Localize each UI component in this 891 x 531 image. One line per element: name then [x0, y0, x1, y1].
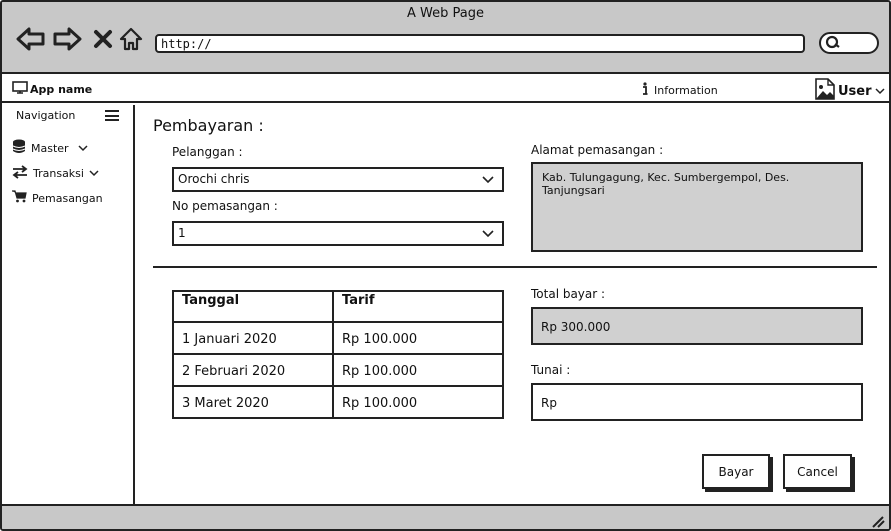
url-input[interactable]: http://	[155, 34, 805, 53]
pelanggan-label: Pelanggan :	[172, 145, 243, 159]
back-arrow-icon[interactable]	[16, 24, 46, 54]
table-row[interactable]: 2 Februari 2020 Rp 100.000	[172, 353, 504, 387]
alamat-label: Alamat pemasangan :	[531, 143, 664, 157]
user-label: User	[838, 83, 872, 99]
tanggal-cell: 1 Januari 2020	[172, 321, 334, 355]
tanggal-cell: 2 Februari 2020	[172, 353, 334, 387]
tanggal-cell: 3 Maret 2020	[172, 385, 334, 419]
user-menu[interactable]: User	[815, 78, 885, 104]
app-header: App name Information User	[2, 76, 889, 103]
hamburger-menu-icon[interactable]	[105, 110, 119, 121]
cancel-button[interactable]: Cancel	[783, 454, 852, 489]
sidebar-item-label: Transaksi	[33, 167, 84, 180]
pelanggan-value: Orochi chris	[178, 172, 250, 186]
browser-window: A Web Page http:// App name Information …	[0, 0, 891, 531]
total-bayar-field: Rp 300.000	[531, 307, 863, 345]
information-label: Information	[654, 83, 718, 97]
info-icon	[642, 82, 648, 98]
information-link[interactable]: Information	[642, 82, 718, 98]
database-icon	[12, 139, 26, 157]
no-pemasangan-select[interactable]: 1	[172, 221, 504, 246]
section-divider	[153, 266, 877, 268]
total-bayar-label: Total bayar :	[531, 287, 606, 301]
alamat-textarea[interactable]: Kab. Tulungagung, Kec. Sumbergempol, Des…	[531, 162, 863, 252]
sidebar-item-transaksi[interactable]: Transaksi	[12, 165, 99, 182]
sidebar-item-label: Pemasangan	[32, 191, 103, 205]
sidebar-item-master[interactable]: Master	[12, 139, 88, 157]
tunai-label: Tunai :	[531, 363, 571, 377]
sidebar-title: Navigation	[16, 109, 76, 122]
home-icon[interactable]	[116, 24, 146, 54]
page-title: Pembayaran :	[153, 116, 264, 135]
user-image-icon	[815, 78, 835, 104]
table-header-row: Tanggal Tarif	[172, 290, 504, 323]
bayar-button[interactable]: Bayar	[702, 454, 770, 489]
chevron-down-icon	[482, 173, 494, 187]
search-icon	[825, 34, 841, 53]
main-content: Pembayaran : Pelanggan : Orochi chris No…	[137, 105, 889, 504]
resize-grip-icon[interactable]	[871, 513, 885, 529]
search-button[interactable]	[819, 32, 879, 54]
browser-toolbar: A Web Page http://	[2, 2, 889, 74]
monitor-icon	[12, 81, 28, 97]
payment-table: Tanggal Tarif 1 Januari 2020 Rp 100.000 …	[172, 290, 504, 419]
cart-icon	[12, 190, 27, 206]
app-name-label: App name	[30, 82, 93, 96]
column-header-tanggal: Tanggal	[172, 290, 334, 323]
close-x-icon[interactable]	[88, 24, 118, 54]
tarif-cell: Rp 100.000	[332, 353, 504, 387]
tarif-cell: Rp 100.000	[332, 385, 504, 419]
pelanggan-select[interactable]: Orochi chris	[172, 167, 504, 192]
no-pemasangan-value: 1	[178, 226, 186, 240]
app-name[interactable]: App name	[12, 81, 92, 97]
column-header-tarif: Tarif	[332, 290, 504, 323]
swap-arrows-icon	[12, 165, 28, 182]
chevron-down-icon	[89, 167, 99, 180]
sidebar: Navigation Master Transaksi Pemasangan	[2, 105, 135, 504]
chevron-down-icon	[482, 227, 494, 241]
sidebar-item-label: Master	[31, 141, 69, 155]
status-bar	[2, 504, 889, 529]
tunai-input[interactable]: Rp	[531, 383, 863, 421]
chevron-down-icon	[78, 142, 88, 155]
table-row[interactable]: 1 Januari 2020 Rp 100.000	[172, 321, 504, 355]
forward-arrow-icon[interactable]	[52, 24, 82, 54]
sidebar-item-pemasangan[interactable]: Pemasangan	[12, 190, 103, 206]
chevron-down-icon	[875, 84, 885, 99]
table-row[interactable]: 3 Maret 2020 Rp 100.000	[172, 385, 504, 419]
window-title: A Web Page	[407, 6, 484, 21]
tarif-cell: Rp 100.000	[332, 321, 504, 355]
no-pemasangan-label: No pemasangan :	[172, 199, 278, 213]
